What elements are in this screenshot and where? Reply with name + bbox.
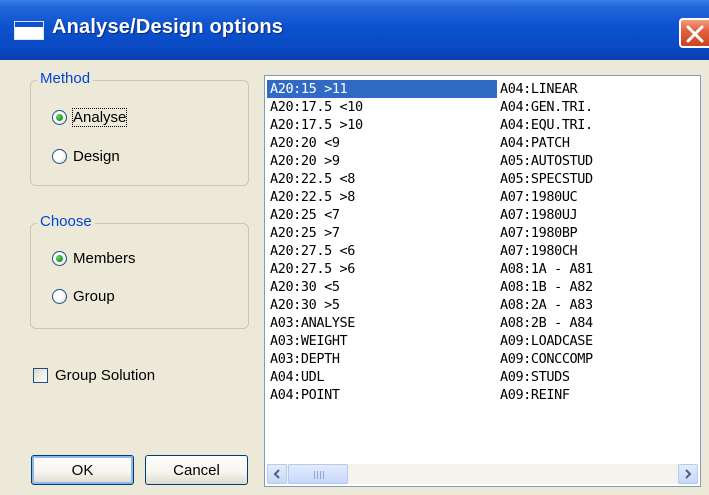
analyse-radio[interactable]: Analyse bbox=[52, 106, 128, 128]
list-item[interactable]: A20:25 >7 bbox=[267, 224, 497, 242]
list-item[interactable]: A05:SPECSTUD bbox=[497, 170, 697, 188]
title-bar[interactable]: Analyse/Design options bbox=[0, 0, 709, 60]
ok-button[interactable]: OK bbox=[31, 455, 134, 485]
list-item[interactable]: A07:1980UC bbox=[497, 188, 697, 206]
group-solution-label: Group Solution bbox=[55, 366, 156, 384]
list-item[interactable]: A20:27.5 <6 bbox=[267, 242, 497, 260]
list-item[interactable]: A04:EQU.TRI. bbox=[497, 116, 697, 134]
choose-legend: Choose bbox=[37, 213, 95, 230]
list-item[interactable]: A09:STUDS bbox=[497, 368, 697, 386]
members-label: Members bbox=[73, 249, 136, 267]
checkbox-indicator bbox=[33, 367, 48, 383]
list-item[interactable]: A04:PATCH bbox=[497, 134, 697, 152]
list-item[interactable]: A09:LOADCASE bbox=[497, 332, 697, 350]
list-item[interactable]: A04:GEN.TRI. bbox=[497, 98, 697, 116]
list-item[interactable]: A20:15 >11 bbox=[267, 80, 497, 98]
window-icon bbox=[14, 21, 44, 40]
list-column-1: A20:15 >11 A20:17.5 <10 A20:17.5 >10 A20:20… bbox=[267, 80, 497, 404]
list-item[interactable]: A07:1980UJ bbox=[497, 206, 697, 224]
list-item[interactable]: A20:20 >9 bbox=[267, 152, 497, 170]
list-item[interactable]: A20:30 >5 bbox=[267, 296, 497, 314]
group-radio[interactable]: Group bbox=[52, 285, 115, 307]
list-item[interactable]: A08:2A - A83 bbox=[497, 296, 697, 314]
radio-indicator bbox=[52, 250, 67, 266]
list-item[interactable]: A20:25 <7 bbox=[267, 206, 497, 224]
list-item[interactable]: A05:AUTOSTUD bbox=[497, 152, 697, 170]
cancel-button[interactable]: Cancel bbox=[145, 455, 248, 485]
dialog-window: Analyse/Design options Method Analyse De… bbox=[0, 0, 709, 495]
list-item[interactable]: A04:UDL bbox=[267, 368, 497, 386]
list-item[interactable]: A09:CONCCOMP bbox=[497, 350, 697, 368]
scroll-right-icon bbox=[685, 469, 692, 479]
list-item[interactable]: A08:2B - A84 bbox=[497, 314, 697, 332]
members-radio[interactable]: Members bbox=[52, 247, 136, 269]
group-solution-checkbox[interactable]: Group Solution bbox=[33, 364, 155, 386]
group-label: Group bbox=[73, 287, 115, 305]
list-item[interactable]: A07:1980BP bbox=[497, 224, 697, 242]
scroll-left-button[interactable] bbox=[267, 464, 287, 484]
method-group bbox=[30, 80, 249, 186]
list-item[interactable]: A03:WEIGHT bbox=[267, 332, 497, 350]
list-item[interactable]: A03:DEPTH bbox=[267, 350, 497, 368]
design-radio[interactable]: Design bbox=[52, 145, 120, 167]
close-icon bbox=[686, 25, 704, 43]
list-item[interactable]: A03:ANALYSE bbox=[267, 314, 497, 332]
scroll-thumb[interactable] bbox=[288, 464, 348, 484]
list-item[interactable]: A04:LINEAR bbox=[497, 80, 697, 98]
radio-indicator bbox=[52, 288, 67, 304]
horizontal-scrollbar[interactable] bbox=[267, 464, 698, 484]
options-listbox[interactable]: A20:15 >11 A20:17.5 <10 A20:17.5 >10 A20:20… bbox=[264, 75, 701, 487]
close-button[interactable] bbox=[679, 18, 709, 48]
list-item[interactable]: A20:30 <5 bbox=[267, 278, 497, 296]
list-item[interactable]: A07:1980CH bbox=[497, 242, 697, 260]
list-item[interactable]: A20:17.5 >10 bbox=[267, 116, 497, 134]
list-item[interactable]: A08:1A - A81 bbox=[497, 260, 697, 278]
radio-indicator bbox=[52, 109, 67, 125]
choose-group bbox=[30, 223, 249, 329]
list-item[interactable]: A04:POINT bbox=[267, 386, 497, 404]
list-item[interactable]: A20:27.5 >6 bbox=[267, 260, 497, 278]
list-column-2: A04:LINEAR A04:GEN.TRI. A04:EQU.TRI. A04:PA… bbox=[497, 80, 697, 404]
method-legend: Method bbox=[37, 70, 94, 87]
analyse-label: Analyse bbox=[71, 107, 128, 127]
scroll-left-icon bbox=[273, 469, 280, 479]
radio-indicator bbox=[52, 148, 67, 164]
list-item[interactable]: A20:20 <9 bbox=[267, 134, 497, 152]
list-item[interactable]: A09:REINF bbox=[497, 386, 697, 404]
list-item[interactable]: A20:22.5 >8 bbox=[267, 188, 497, 206]
design-label: Design bbox=[73, 147, 120, 165]
scroll-right-button[interactable] bbox=[678, 464, 698, 484]
list-item[interactable]: A20:17.5 <10 bbox=[267, 98, 497, 116]
list-item[interactable]: A20:22.5 <8 bbox=[267, 170, 497, 188]
list-item[interactable]: A08:1B - A82 bbox=[497, 278, 697, 296]
window-title: Analyse/Design options bbox=[52, 16, 284, 38]
